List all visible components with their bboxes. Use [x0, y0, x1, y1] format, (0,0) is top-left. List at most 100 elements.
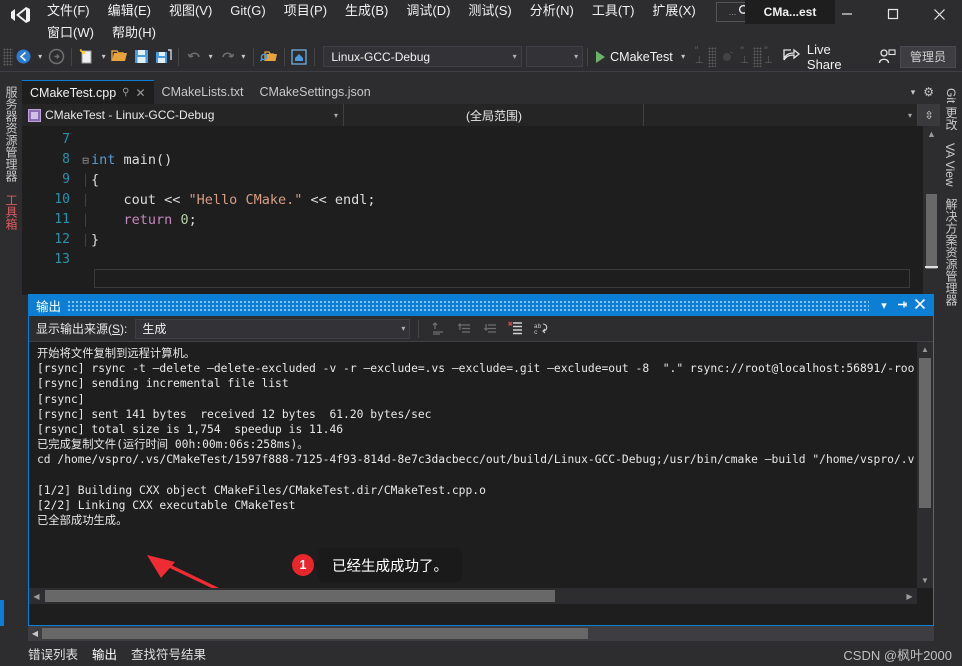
- dock-tab-1[interactable]: 工具箱: [0, 188, 23, 236]
- toolbar-separator: [587, 48, 588, 66]
- tab-overflow-icon[interactable]: ▾: [911, 87, 916, 98]
- output-log-body[interactable]: 开始将文件复制到远程计算机。[rsync] rsync -t —delete —…: [29, 342, 933, 604]
- menu-item-7[interactable]: 测试(S): [459, 0, 520, 22]
- dock-tab-1[interactable]: VA View: [940, 137, 960, 193]
- output-vertical-scrollbar[interactable]: ▲ ▼: [917, 342, 933, 588]
- output-hscroll-thumb[interactable]: [45, 590, 555, 602]
- close-button[interactable]: [916, 0, 962, 28]
- next-message-icon[interactable]: [479, 318, 501, 340]
- new-project-caret-icon[interactable]: ▾: [98, 46, 109, 68]
- new-project-icon[interactable]: [76, 46, 98, 68]
- panel-pin-icon[interactable]: [893, 298, 911, 314]
- output-source-combo[interactable]: 生成 ▾: [135, 319, 410, 339]
- scroll-left-icon[interactable]: ◀: [29, 588, 44, 604]
- menu-item-8[interactable]: 分析(N): [521, 0, 583, 22]
- save-all-icon[interactable]: [153, 46, 175, 68]
- open-file-icon[interactable]: [109, 46, 131, 68]
- toggle-wordwrap-icon[interactable]: abc: [531, 318, 553, 340]
- menu-item-6[interactable]: 调试(D): [397, 0, 459, 22]
- menu-item-4[interactable]: 项目(P): [275, 0, 336, 22]
- output-panel-title-bar: 输出 ▾: [29, 295, 933, 316]
- menu-item-0[interactable]: 窗口(W): [38, 22, 103, 44]
- toolbar-separator: [284, 48, 285, 66]
- code-token: }: [91, 232, 99, 248]
- add-account-icon[interactable]: [874, 46, 900, 68]
- close-icon[interactable]: ✕: [135, 86, 145, 100]
- bottom-scroll-thumb[interactable]: [42, 628, 588, 639]
- menu-item-1[interactable]: 帮助(H): [103, 22, 165, 44]
- menu-item-3[interactable]: Git(G): [221, 0, 274, 22]
- member-scope-combo[interactable]: (全局范围): [344, 104, 644, 126]
- redo-icon[interactable]: [216, 46, 238, 68]
- editor-scroll-thumb[interactable]: [926, 194, 937, 269]
- menu-item-10[interactable]: 扩展(X): [643, 0, 704, 22]
- menu-item-0[interactable]: 文件(F): [38, 0, 99, 22]
- toolbar-grip[interactable]: [3, 48, 13, 66]
- prev-message-icon[interactable]: [453, 318, 475, 340]
- build-platform-combo[interactable]: ▾: [526, 46, 584, 67]
- menu-item-5[interactable]: 生成(B): [336, 0, 397, 22]
- document-tab-label: CMakeTest.cpp: [30, 86, 116, 100]
- live-share-button[interactable]: Live Share: [777, 46, 874, 68]
- dock-tab-0[interactable]: 服务器资源管理器: [0, 80, 23, 188]
- scroll-left-icon[interactable]: ◀: [28, 626, 42, 641]
- code-line: 12│}: [22, 230, 923, 250]
- undo-icon[interactable]: [183, 46, 205, 68]
- clear-all-icon[interactable]: [505, 318, 527, 340]
- save-icon[interactable]: [131, 46, 153, 68]
- panel-drag-grip[interactable]: [67, 300, 869, 312]
- build-configuration-combo[interactable]: Linux-GCC-Debug ▾: [323, 46, 521, 67]
- dock-tab-0[interactable]: Git 更改: [940, 82, 962, 137]
- scroll-up-icon[interactable]: ▲: [917, 342, 933, 357]
- output-scroll-thumb[interactable]: [919, 358, 931, 508]
- minimize-button[interactable]: [824, 0, 870, 28]
- navigate-backward-icon[interactable]: [13, 46, 35, 68]
- document-tab-0[interactable]: CMakeTest.cpp ⚲ ✕: [22, 80, 154, 104]
- document-tab-1[interactable]: CMakeLists.txt: [154, 80, 252, 104]
- menu-item-2[interactable]: 视图(V): [160, 0, 221, 22]
- start-debug-button[interactable]: CMakeTest ▾: [592, 46, 693, 68]
- navigate-backward-caret-icon[interactable]: ▾: [35, 46, 46, 68]
- scroll-down-icon[interactable]: ▼: [917, 573, 933, 588]
- document-tab-2[interactable]: CMakeSettings.json: [252, 80, 379, 104]
- dock-tab-2[interactable]: 解决方案资源管理器: [940, 192, 962, 312]
- code-editor[interactable]: 7 8⊟int main()9│{10│ cout << "Hello CMak…: [22, 126, 940, 295]
- window-controls: [824, 0, 962, 28]
- redo-caret-icon[interactable]: ▾: [238, 46, 249, 68]
- output-horizontal-scrollbar[interactable]: ◀ ▶: [29, 588, 917, 604]
- gear-icon[interactable]: ⚙: [923, 85, 934, 99]
- split-editor-icon[interactable]: ⇳: [918, 104, 940, 126]
- home-icon[interactable]: [289, 46, 311, 68]
- menu-item-1[interactable]: 编辑(E): [99, 0, 160, 22]
- bottom-tab-1[interactable]: 输出: [92, 644, 117, 663]
- menu-item-9[interactable]: 工具(T): [583, 0, 644, 22]
- navigate-forward-icon[interactable]: [46, 46, 68, 68]
- editor-vertical-scrollbar[interactable]: ▲: [923, 126, 940, 295]
- project-icon: [28, 109, 41, 122]
- pin-icon[interactable]: ⚲: [122, 87, 129, 98]
- bottom-tab-2[interactable]: 查找符号结果: [131, 644, 206, 663]
- find-in-files-icon[interactable]: [258, 46, 280, 68]
- fold-icon[interactable]: ⊟: [80, 151, 91, 171]
- line-number: 9: [22, 170, 80, 190]
- scroll-right-icon[interactable]: ▶: [902, 588, 917, 604]
- find-message-icon[interactable]: [427, 318, 449, 340]
- member-list-combo[interactable]: ▾: [644, 104, 918, 126]
- code-line: 8⊟int main(): [22, 150, 923, 170]
- output-log-line: [1/2] Building CXX object CMakeFiles/CMa…: [37, 483, 915, 498]
- live-share-label: Live Share: [807, 42, 868, 72]
- bottom-tab-0[interactable]: 错误列表: [28, 644, 78, 663]
- scroll-up-icon[interactable]: ▲: [923, 126, 940, 142]
- panel-close-icon[interactable]: [911, 298, 929, 313]
- output-panel-toolbar: 显示输出来源(S): 生成 ▾ abc: [29, 316, 933, 342]
- start-debug-label: CMakeTest: [610, 50, 673, 64]
- bottom-horizontal-scrollbar[interactable]: ◀: [28, 626, 934, 641]
- panel-menu-icon[interactable]: ▾: [875, 299, 893, 312]
- maximize-button[interactable]: [870, 0, 916, 28]
- output-panel-title: 输出: [36, 296, 61, 315]
- project-scope-combo[interactable]: CMakeTest - Linux-GCC-Debug ▾: [22, 104, 344, 126]
- start-debug-caret-icon[interactable]: ▾: [678, 46, 689, 68]
- undo-caret-icon[interactable]: ▾: [205, 46, 216, 68]
- code-text: [80, 250, 91, 271]
- code-line: 13: [22, 250, 923, 270]
